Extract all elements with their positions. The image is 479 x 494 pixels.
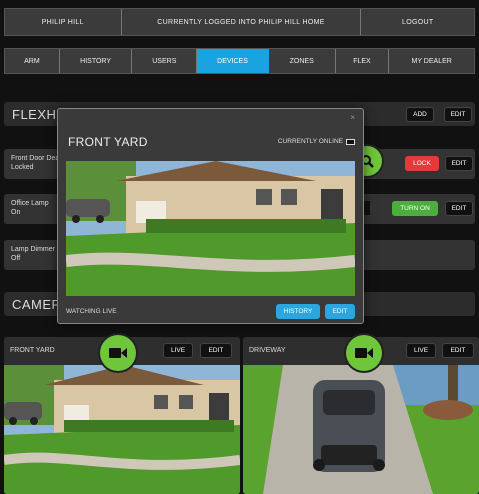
camera-label: DRIVEWAY (249, 347, 286, 354)
edit-camera-button[interactable]: EDIT (200, 343, 232, 358)
edit-camera-button[interactable]: EDIT (442, 343, 474, 358)
device-name: Lamp Dimmer (11, 246, 55, 253)
camera-feed-driveway (243, 365, 479, 494)
tab-devices[interactable]: DEVICES (197, 49, 269, 73)
tab-history[interactable]: HISTORY (60, 49, 133, 73)
tab-zones[interactable]: ZONES (269, 49, 336, 73)
edit-button[interactable]: EDIT (325, 304, 355, 319)
close-icon[interactable]: × (350, 113, 355, 122)
top-bar: PHILIP HILL CURRENTLY LOGGED INTO PHILIP… (4, 8, 475, 36)
tab-arm[interactable]: ARM (5, 49, 60, 73)
login-status: CURRENTLY LOGGED INTO PHILIP HILL HOME (122, 9, 362, 35)
turn-on-button[interactable]: TURN ON (392, 201, 438, 216)
live-button[interactable]: LIVE (406, 343, 436, 358)
live-button[interactable]: LIVE (163, 343, 193, 358)
user-name[interactable]: PHILIP HILL (5, 9, 122, 35)
modal-camera-feed (66, 161, 355, 296)
edit-office-lamp-button[interactable]: EDIT (445, 201, 473, 216)
video-camera-icon[interactable] (346, 335, 382, 371)
watching-live-label: WATCHING LIVE (66, 308, 117, 315)
modal-footer: WATCHING LIVE HISTORY EDIT (58, 301, 363, 323)
main-nav: ARM HISTORY USERS DEVICES ZONES FLEX MY … (4, 48, 475, 74)
camera-modal: × FRONT YARD CURRENTLY ONLINE WATCHING L… (57, 108, 364, 324)
modal-title: FRONT YARD (68, 135, 148, 149)
history-button[interactable]: HISTORY (276, 304, 320, 319)
tab-users[interactable]: USERS (132, 49, 198, 73)
edit-flexhub-button[interactable]: EDIT (444, 107, 472, 122)
device-name: Office Lamp (11, 200, 49, 207)
device-state: Locked (11, 164, 34, 171)
tab-flex[interactable]: FLEX (336, 49, 390, 73)
camera-feed-front-yard (4, 365, 240, 494)
battery-icon (346, 139, 355, 145)
logout-button[interactable]: LOGOUT (361, 9, 474, 35)
add-device-button[interactable]: ADD (406, 107, 434, 122)
camera-status: CURRENTLY ONLINE (277, 138, 343, 145)
tab-my-dealer[interactable]: MY DEALER (389, 49, 474, 73)
edit-deadbolt-button[interactable]: EDIT (445, 156, 473, 171)
camera-label: FRONT YARD (10, 347, 55, 354)
device-state: On (11, 209, 21, 216)
lock-button[interactable]: LOCK (405, 156, 439, 171)
device-state: Off (11, 255, 21, 262)
video-camera-icon[interactable] (100, 335, 136, 371)
